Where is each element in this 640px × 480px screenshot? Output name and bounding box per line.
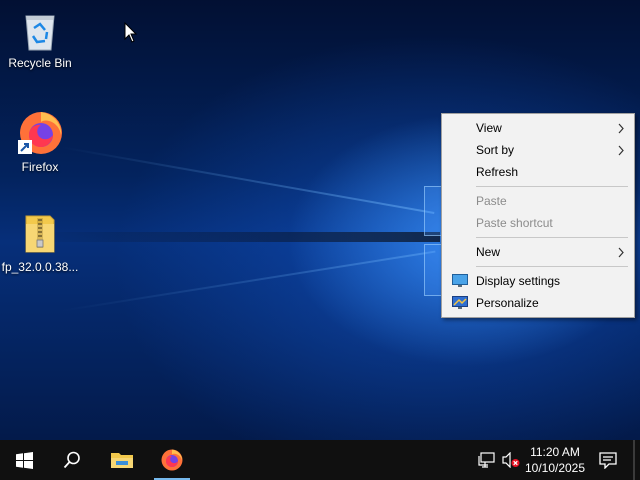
desktop-icon-label: Firefox bbox=[21, 160, 59, 174]
clock-time: 11:20 AM bbox=[530, 445, 580, 459]
desktop-context-menu: View Sort by Refresh Paste Paste shortcu… bbox=[441, 113, 635, 318]
wallpaper-beam bbox=[59, 146, 435, 214]
menu-item-paste-shortcut: Paste shortcut bbox=[442, 212, 634, 234]
menu-separator bbox=[476, 266, 628, 267]
windows-start-icon bbox=[15, 451, 33, 469]
menu-item-display-settings[interactable]: Display settings bbox=[442, 270, 634, 292]
firefox-icon bbox=[18, 112, 62, 154]
chevron-right-icon bbox=[618, 145, 624, 156]
taskbar-firefox[interactable] bbox=[148, 440, 196, 480]
volume-tray-button[interactable] bbox=[500, 440, 522, 480]
desktop[interactable]: Recycle Bin Firefox fp_32.0.0.38... View bbox=[0, 0, 640, 440]
search-button[interactable] bbox=[48, 440, 96, 480]
action-center-button[interactable] bbox=[590, 440, 626, 480]
firefox-icon bbox=[161, 449, 183, 471]
volume-muted-icon bbox=[502, 452, 520, 468]
taskbar: 11:20 AM 10/10/2025 bbox=[0, 440, 640, 480]
menu-item-personalize[interactable]: Personalize bbox=[442, 292, 634, 314]
chevron-right-icon bbox=[618, 123, 624, 134]
desktop-icon-label: Recycle Bin bbox=[8, 56, 72, 70]
desktop-icon-zip-folder[interactable]: fp_32.0.0.38... bbox=[0, 212, 82, 274]
taskbar-file-explorer[interactable] bbox=[98, 440, 146, 480]
menu-item-view[interactable]: View bbox=[442, 117, 634, 139]
desktop-icon-firefox[interactable]: Firefox bbox=[0, 108, 82, 174]
menu-item-label: Paste shortcut bbox=[476, 216, 553, 230]
wallpaper-beam bbox=[59, 250, 436, 312]
menu-item-paste: Paste bbox=[442, 190, 634, 212]
network-icon bbox=[478, 452, 495, 468]
search-icon bbox=[63, 451, 80, 469]
start-button[interactable] bbox=[0, 440, 48, 480]
desktop-icon-recycle-bin[interactable]: Recycle Bin bbox=[0, 8, 82, 70]
chevron-right-icon bbox=[618, 247, 624, 258]
system-clock[interactable]: 11:20 AM 10/10/2025 bbox=[522, 444, 588, 476]
file-explorer-icon bbox=[111, 453, 133, 468]
menu-item-label: Paste bbox=[476, 194, 507, 208]
menu-item-label: New bbox=[476, 245, 501, 259]
wallpaper-shadow bbox=[30, 232, 440, 242]
zip-folder-icon bbox=[25, 215, 55, 253]
display-settings-icon bbox=[452, 274, 468, 287]
menu-item-label: Display settings bbox=[476, 274, 561, 288]
show-desktop-button[interactable] bbox=[633, 440, 635, 480]
menu-item-label: Refresh bbox=[476, 165, 519, 179]
menu-item-label: Sort by bbox=[476, 143, 515, 157]
mouse-cursor-icon bbox=[124, 22, 138, 43]
menu-item-new[interactable]: New bbox=[442, 241, 634, 263]
menu-separator bbox=[476, 237, 628, 238]
personalize-icon bbox=[452, 296, 468, 309]
recycle-bin-icon bbox=[25, 15, 55, 51]
menu-item-label: Personalize bbox=[476, 296, 539, 310]
menu-separator bbox=[476, 186, 628, 187]
menu-item-label: View bbox=[476, 121, 502, 135]
network-tray-button[interactable] bbox=[476, 440, 498, 480]
clock-date: 10/10/2025 bbox=[524, 461, 586, 475]
menu-item-refresh[interactable]: Refresh bbox=[442, 161, 634, 183]
menu-item-sort-by[interactable]: Sort by bbox=[442, 139, 634, 161]
desktop-icon-label: fp_32.0.0.38... bbox=[1, 260, 79, 274]
action-center-icon bbox=[599, 452, 617, 469]
